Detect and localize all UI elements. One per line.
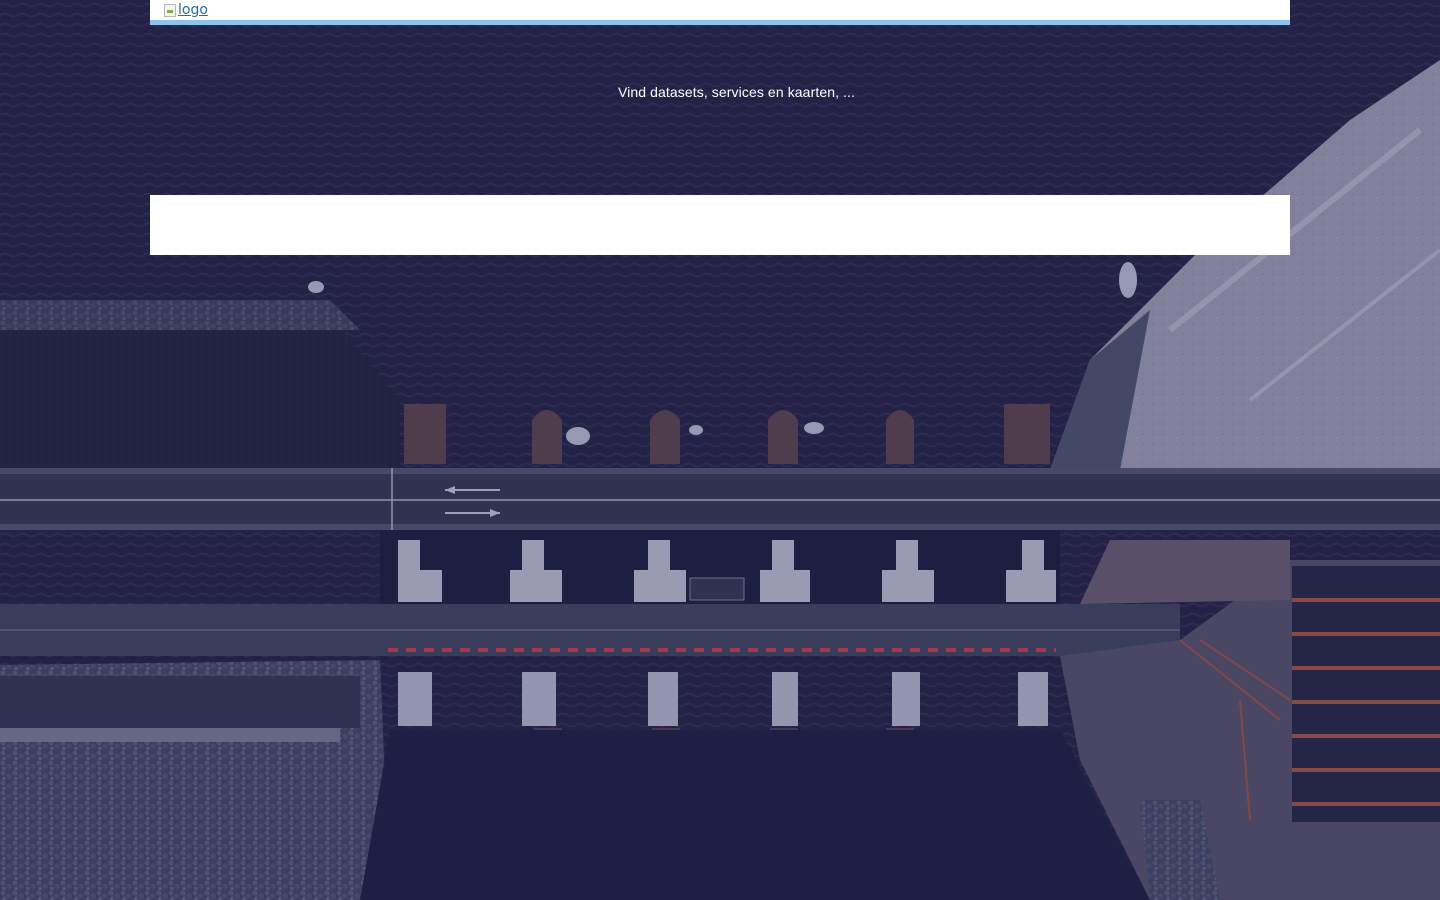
hero-tagline: Vind datasets, services en kaarten, ... — [617, 84, 856, 100]
site-header: logo — [150, 0, 1290, 25]
logo-alt-text: logo — [178, 2, 208, 18]
background-aerial-image — [0, 0, 1440, 900]
search-panel — [150, 195, 1290, 255]
broken-image-icon — [164, 3, 176, 17]
search-input[interactable] — [150, 195, 1290, 255]
logo-link[interactable]: logo — [164, 0, 208, 20]
